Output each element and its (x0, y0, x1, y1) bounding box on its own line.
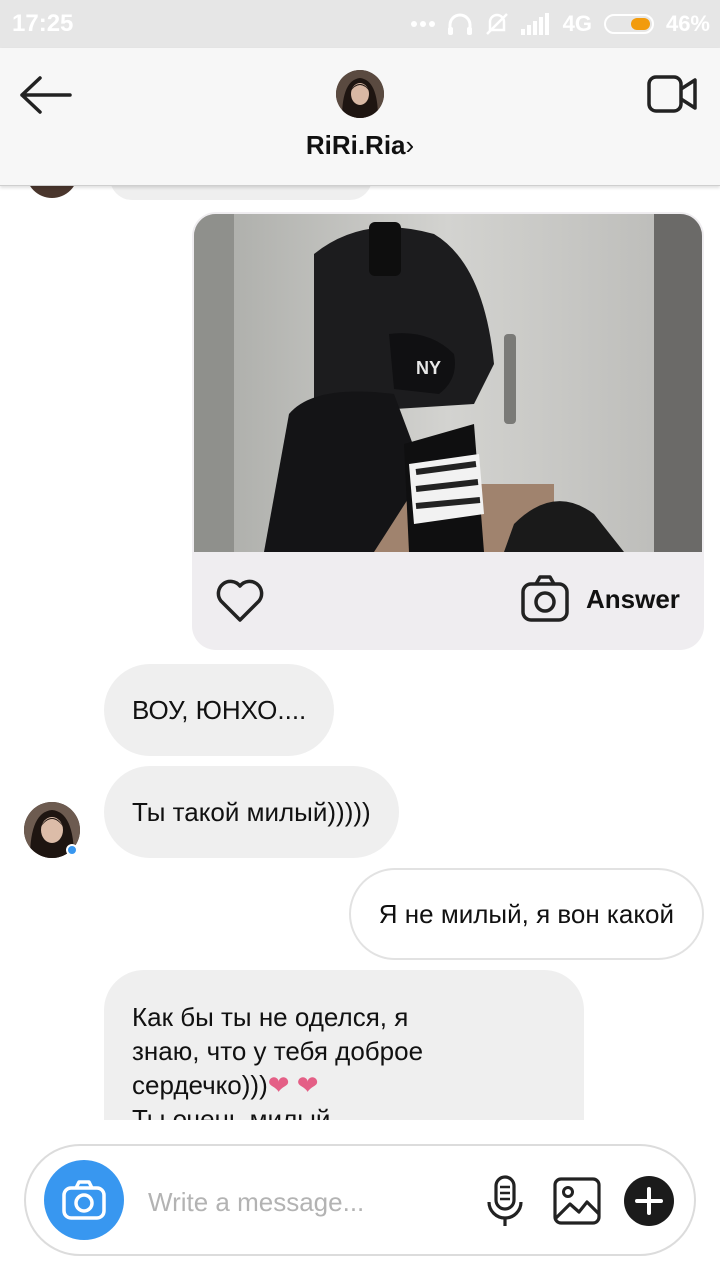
message-text: Я не милый, я вон какой (378, 899, 674, 929)
battery-icon (603, 14, 654, 34)
header-avatar[interactable] (336, 70, 384, 118)
svg-text:NY: NY (416, 358, 441, 378)
video-camera-icon (647, 75, 697, 113)
heart-emoji-icon: ❤ ❤ (267, 1070, 319, 1100)
chat-username[interactable]: RiRi.Ria› (0, 130, 720, 161)
signal-icon (520, 13, 549, 35)
voice-message-button[interactable] (486, 1174, 524, 1230)
video-call-button[interactable] (646, 72, 698, 116)
heart-outline-icon (216, 579, 264, 622)
username-label: RiRi.Ria (305, 130, 406, 160)
message-bubble (110, 186, 372, 200)
camera-icon (521, 575, 569, 622)
answer-button[interactable]: Answer (586, 584, 680, 615)
chat-header: RiRi.Ria› (0, 48, 720, 186)
mute-icon (485, 13, 508, 35)
image-icon (553, 1177, 601, 1225)
headphones-icon (447, 13, 472, 35)
message-input[interactable] (148, 1184, 478, 1220)
message-text: Ты такой милый))))) (132, 797, 371, 827)
message-composer (24, 1144, 696, 1256)
message-line: сердечко))) (132, 1070, 268, 1100)
avatar (26, 186, 78, 198)
shared-photo[interactable]: NY (194, 214, 702, 552)
like-button[interactable] (214, 576, 266, 624)
gallery-button[interactable] (552, 1176, 602, 1226)
arrow-left-icon (20, 76, 72, 114)
dots-icon (410, 21, 435, 27)
message-bubble-outgoing[interactable]: Я не милый, я вон какой (348, 868, 704, 960)
microphone-icon (487, 1175, 523, 1226)
battery-level-fill (630, 18, 650, 30)
message-bubble-incoming[interactable]: ВОУ, ЮНХО.... (104, 664, 335, 756)
status-bar: 17:25 4G 46% (0, 0, 720, 48)
message-line: Как бы ты не оделся, я (132, 1002, 409, 1032)
message-line: Ты очень милый (132, 1104, 331, 1120)
status-icons: 4G 46% (410, 10, 710, 38)
photo-image: NY (194, 214, 702, 552)
camera-icon (62, 1180, 106, 1220)
back-button[interactable] (18, 70, 78, 120)
more-options-button[interactable] (624, 1176, 674, 1226)
camera-reply-button[interactable] (520, 574, 570, 624)
battery-percent: 46% (665, 11, 710, 36)
message-text: ВОУ, ЮНХО.... (132, 695, 307, 725)
photo-message[interactable]: NY Answer (192, 212, 704, 650)
message-list[interactable]: NY Answer ВОУ, ЮНХО.... Ты такой милый))… (0, 186, 720, 1120)
avatar-photo (336, 70, 384, 118)
message-bubble-incoming[interactable]: Как бы ты не оделся, я знаю, что у тебя … (104, 970, 584, 1120)
network-type: 4G (562, 11, 592, 36)
chevron-right-icon: › (405, 130, 415, 160)
verified-badge-icon (66, 844, 78, 856)
camera-button[interactable] (44, 1160, 124, 1240)
message-bubble-incoming[interactable]: Ты такой милый))))) (104, 766, 399, 858)
status-time: 17:25 (12, 10, 74, 37)
plus-icon (635, 1187, 663, 1215)
message-line: знаю, что у тебя доброе (132, 1036, 424, 1066)
